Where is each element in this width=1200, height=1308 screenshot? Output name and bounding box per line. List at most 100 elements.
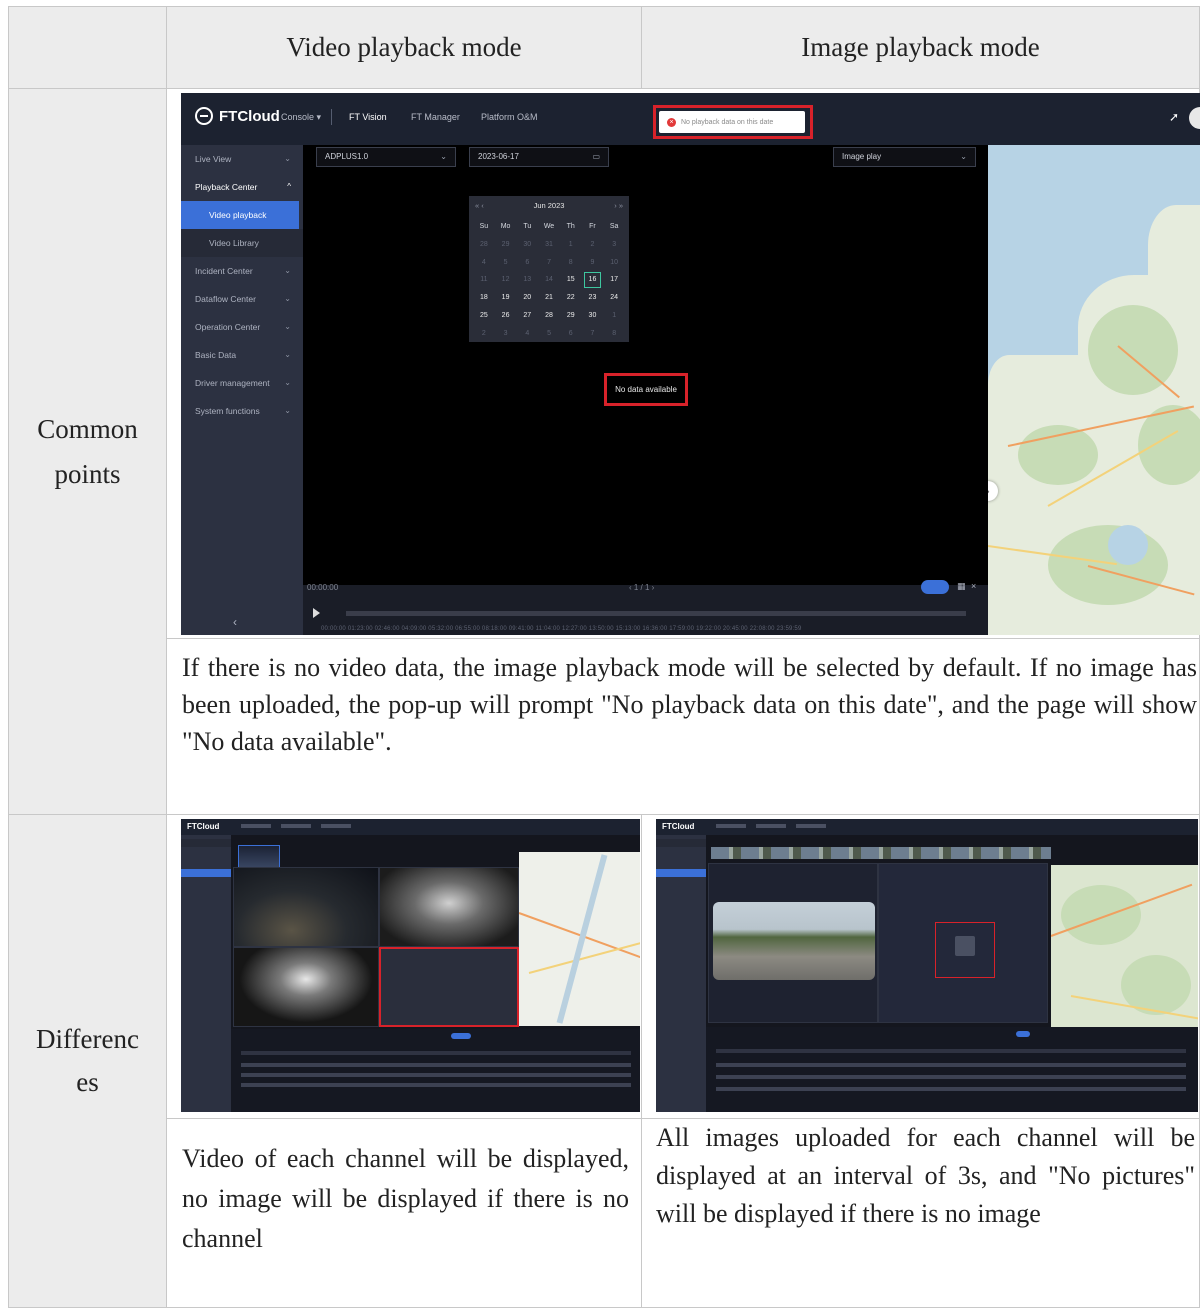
calendar-day[interactable]: 18 xyxy=(473,289,495,307)
calendar-day[interactable]: 30 xyxy=(516,236,538,254)
thumbnail[interactable] xyxy=(238,845,280,869)
nav-ft-manager[interactable]: FT Manager xyxy=(411,112,460,122)
sidebar-item-operation-center[interactable]: Operation Center ⌄ xyxy=(181,313,303,341)
calendar-day[interactable]: 20 xyxy=(516,289,538,307)
calendar-day[interactable]: 12 xyxy=(495,271,517,289)
mini-sidebar-item[interactable] xyxy=(656,839,706,847)
calendar-day[interactable]: 8 xyxy=(603,325,625,343)
thumbnail-strip[interactable] xyxy=(711,847,1051,859)
mini-nav-item[interactable] xyxy=(716,824,746,828)
calendar-day[interactable]: 7 xyxy=(538,254,560,272)
calendar-day[interactable]: 10 xyxy=(603,254,625,272)
channel-empty[interactable] xyxy=(379,947,519,1027)
mini-nav-item[interactable] xyxy=(241,824,271,828)
mini-sidebar-item[interactable] xyxy=(181,859,231,867)
mini-sidebar-item-active[interactable] xyxy=(181,869,231,877)
calendar-day[interactable]: 17 xyxy=(603,271,625,289)
calendar-day[interactable]: 9 xyxy=(582,254,604,272)
calendar-day[interactable]: 26 xyxy=(495,307,517,325)
sidebar-item-system-functions[interactable]: System functions ⌄ xyxy=(181,397,303,425)
prev-month-button[interactable]: « ‹ xyxy=(475,201,484,210)
calendar-day[interactable]: 22 xyxy=(560,289,582,307)
calendar-day[interactable]: 7 xyxy=(582,325,604,343)
mini-sidebar-item[interactable] xyxy=(181,839,231,847)
calendar-day[interactable]: 6 xyxy=(516,254,538,272)
sidebar-item-incident-center[interactable]: Incident Center ⌄ xyxy=(181,257,303,285)
map-panel[interactable]: › xyxy=(988,145,1200,635)
calendar-day[interactable]: 31 xyxy=(538,236,560,254)
close-icon[interactable]: × xyxy=(971,581,976,591)
channel-video-1[interactable] xyxy=(233,867,379,947)
mini-nav-item[interactable] xyxy=(321,824,351,828)
calendar-day[interactable]: 29 xyxy=(495,236,517,254)
mini-nav-item[interactable] xyxy=(756,824,786,828)
sidebar-item-playback-center[interactable]: Playback Center ^ xyxy=(181,173,303,201)
mini-track[interactable] xyxy=(241,1083,631,1087)
mini-sidebar-item[interactable] xyxy=(656,859,706,867)
mini-sidebar-item[interactable] xyxy=(181,849,231,857)
nav-ft-vision[interactable]: FT Vision xyxy=(349,112,387,122)
mini-track[interactable] xyxy=(716,1087,1186,1091)
channel-image-1[interactable] xyxy=(708,863,878,1023)
calendar-day[interactable]: 14 xyxy=(538,271,560,289)
next-month-button[interactable]: › » xyxy=(614,201,623,210)
play-icon[interactable] xyxy=(313,608,320,618)
calendar-day[interactable]: 29 xyxy=(560,307,582,325)
brand-logo[interactable]: FTCloud xyxy=(195,107,280,125)
mini-sidebar-item[interactable] xyxy=(181,899,231,907)
mode-select[interactable]: Image play ⌄ xyxy=(833,147,976,167)
calendar-day[interactable]: 1 xyxy=(560,236,582,254)
mini-toggle[interactable] xyxy=(451,1033,471,1039)
mini-sidebar-item[interactable] xyxy=(181,889,231,897)
mini-map[interactable] xyxy=(519,852,640,1026)
nav-platform-om[interactable]: Platform O&M xyxy=(481,112,538,122)
grid-icon[interactable]: ▦ xyxy=(957,581,966,592)
calendar-day[interactable]: 23 xyxy=(582,289,604,307)
calendar-day[interactable]: 6 xyxy=(560,325,582,343)
calendar-day[interactable]: 2 xyxy=(473,325,495,343)
user-avatar-icon[interactable] xyxy=(1189,107,1200,129)
sidebar-item-video-playback[interactable]: Video playback xyxy=(181,201,299,229)
calendar-day[interactable]: 28 xyxy=(538,307,560,325)
pager[interactable]: ‹ 1 / 1 › xyxy=(629,583,654,592)
channel-image-2[interactable] xyxy=(878,863,1048,1023)
calendar-day[interactable]: 3 xyxy=(495,325,517,343)
mini-toggle[interactable] xyxy=(1016,1031,1030,1037)
calendar-day[interactable]: 2 xyxy=(582,236,604,254)
device-select[interactable]: ADPLUS1.0 ⌄ xyxy=(316,147,456,167)
mini-track[interactable] xyxy=(241,1063,631,1067)
toggle-pill[interactable] xyxy=(921,580,949,594)
progress-track[interactable] xyxy=(346,611,966,616)
sidebar-item-dataflow-center[interactable]: Dataflow Center ⌄ xyxy=(181,285,303,313)
calendar-day[interactable]: 28 xyxy=(473,236,495,254)
sidebar-item-live-view[interactable]: Live View ⌄ xyxy=(181,145,303,173)
calendar-day[interactable]: 19 xyxy=(495,289,517,307)
mini-nav-item[interactable] xyxy=(281,824,311,828)
calendar-day[interactable]: 4 xyxy=(516,325,538,343)
calendar-day[interactable]: 27 xyxy=(516,307,538,325)
mini-sidebar-item[interactable] xyxy=(181,879,231,887)
calendar-day[interactable]: 3 xyxy=(603,236,625,254)
calendar-day[interactable]: 13 xyxy=(516,271,538,289)
sidebar-item-video-library[interactable]: Video Library xyxy=(181,229,303,257)
calendar-day[interactable]: 30 xyxy=(582,307,604,325)
mini-sidebar-item-active[interactable] xyxy=(656,869,706,877)
calendar-day[interactable]: 21 xyxy=(538,289,560,307)
calendar-day[interactable]: 4 xyxy=(473,254,495,272)
date-picker[interactable]: 2023-06-17 ▭ xyxy=(469,147,609,167)
mini-sidebar-item[interactable] xyxy=(181,909,231,917)
calendar-day[interactable]: 11 xyxy=(473,271,495,289)
mini-track[interactable] xyxy=(716,1063,1186,1067)
mini-sidebar-item[interactable] xyxy=(656,889,706,897)
mini-sidebar-item[interactable] xyxy=(656,849,706,857)
channel-video-3[interactable] xyxy=(233,947,379,1027)
calendar-day[interactable]: 5 xyxy=(495,254,517,272)
mini-sidebar-item[interactable] xyxy=(656,899,706,907)
mini-track[interactable] xyxy=(241,1073,631,1077)
collapse-icon[interactable]: ‹ xyxy=(233,615,237,629)
calendar-day[interactable]: 25 xyxy=(473,307,495,325)
calendar-day[interactable]: 8 xyxy=(560,254,582,272)
mini-nav-item[interactable] xyxy=(796,824,826,828)
channel-video-2[interactable] xyxy=(379,867,519,947)
rocket-icon[interactable]: ➚ xyxy=(1169,110,1179,124)
